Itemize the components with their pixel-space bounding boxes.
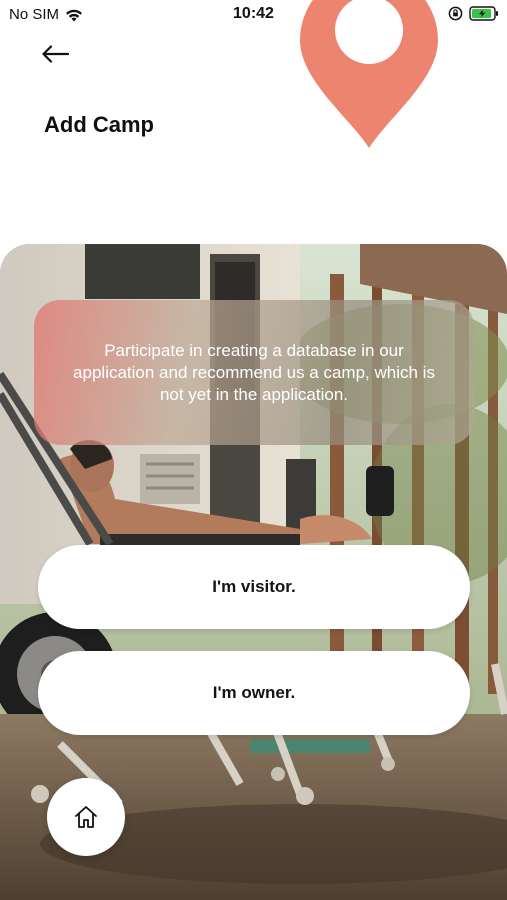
info-message: Participate in creating a database in ou… xyxy=(73,340,435,404)
owner-button[interactable]: I'm owner. xyxy=(38,651,470,735)
status-indicators xyxy=(448,6,499,21)
arrow-left-icon xyxy=(42,45,70,63)
home-button[interactable] xyxy=(47,778,125,856)
back-button[interactable] xyxy=(40,40,80,68)
orientation-lock-icon xyxy=(448,6,463,21)
info-card: Participate in creating a database in ou… xyxy=(34,300,474,445)
home-icon xyxy=(75,806,97,828)
hero-section: Participate in creating a database in ou… xyxy=(0,244,507,900)
visitor-button[interactable]: I'm visitor. xyxy=(38,545,470,629)
location-pin-icon xyxy=(300,0,438,148)
battery-charging-icon xyxy=(469,6,498,21)
page-title: Add Camp xyxy=(44,112,154,137)
